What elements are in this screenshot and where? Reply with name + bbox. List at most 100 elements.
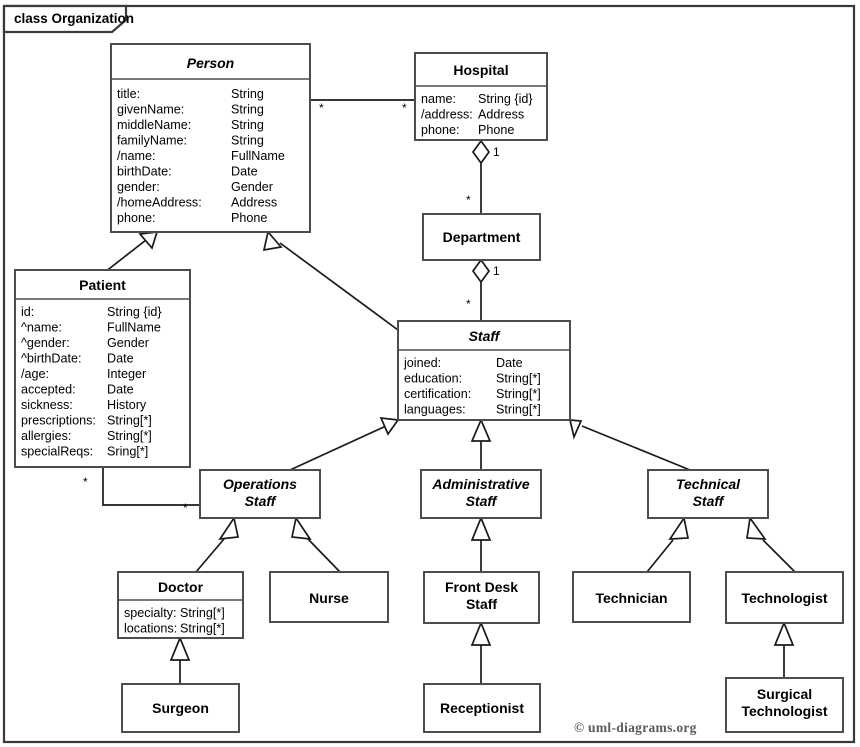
class-surgeon-name: Surgeon — [152, 700, 209, 716]
frame-label: class Organization — [14, 11, 134, 26]
patient-attr-9-type: Sring[*] — [107, 445, 148, 459]
class-hospital-name: Hospital — [453, 62, 508, 78]
arrowhead-surgeon-doctor — [169, 635, 191, 661]
diagram-canvas: class Organization * * 1 * 1 * * * Perso… — [2, 4, 856, 744]
staff-attr-0-type: Date — [496, 356, 523, 370]
class-surgeon[interactable]: Surgeon — [121, 683, 240, 733]
doctor-attr-0-name: specialty: — [124, 606, 177, 620]
class-technical-staff[interactable]: Technical Staff — [647, 469, 769, 519]
person-attr-4-name: /name: — [117, 149, 156, 163]
arrowhead-administrative-staff — [470, 417, 492, 442]
person-attr-7-type: Address — [231, 196, 277, 210]
class-nurse[interactable]: Nurse — [269, 571, 389, 623]
class-administrative-staff-name-line2: Staff — [466, 493, 498, 509]
patient-attr-0-type: String {id} — [107, 305, 162, 319]
arrowhead-frontdesk-administrative — [470, 515, 492, 541]
person-attr-5-type: Date — [231, 165, 258, 179]
person-attr-3-type: String — [231, 134, 264, 148]
class-front-desk-staff[interactable]: Front Desk Staff — [423, 571, 540, 624]
class-operations-staff[interactable]: Operations Staff — [199, 469, 321, 519]
arrowhead-patient-person — [138, 231, 159, 250]
class-receptionist[interactable]: Receptionist — [423, 683, 541, 733]
class-technical-staff-name-line1: Technical — [676, 476, 741, 492]
class-doctor[interactable]: Doctor specialty: String[*] locations: S… — [117, 571, 244, 639]
mult-patient-end: * — [83, 475, 88, 489]
arrowhead-operations-staff — [379, 416, 400, 436]
patient-attr-5-type: Date — [107, 383, 134, 397]
gen-staff-person — [279, 242, 399, 331]
staff-attr-2-type: String[*] — [496, 387, 541, 401]
doctor-attr-0-type: String[*] — [180, 606, 225, 620]
gen-nurse-operations — [307, 538, 341, 573]
person-attr-6-type: Gender — [231, 180, 273, 194]
class-administrative-staff[interactable]: Administrative Staff — [420, 469, 542, 519]
diamond-hospital-department — [471, 139, 491, 165]
hospital-attr-1-name: /address: — [421, 108, 473, 122]
uml-class-diagram: class Organization * * 1 * 1 * * * Perso… — [0, 0, 860, 747]
class-person[interactable]: Person title: String givenName: String m… — [110, 43, 311, 233]
person-attr-0-name: title: — [117, 87, 140, 101]
mult-department-staff-department: 1 — [493, 264, 500, 278]
arrowhead-doctor-operations — [218, 515, 240, 541]
gen-operations-staff — [289, 425, 387, 471]
mult-department-staff-staff: * — [466, 297, 471, 311]
person-attr-8-name: phone: — [117, 211, 156, 225]
class-surgical-technologist-name-line2: Technologist — [741, 703, 827, 719]
copyright-credit: © uml-diagrams.org — [574, 720, 697, 735]
arrowhead-staff-person — [262, 230, 283, 252]
patient-attr-7-type: String[*] — [107, 414, 152, 428]
mult-person-hospital-hospital: * — [402, 101, 407, 115]
class-receptionist-name: Receptionist — [440, 700, 524, 716]
staff-attr-1-name: education: — [404, 372, 462, 386]
hospital-attr-0-name: name: — [421, 92, 456, 106]
patient-attr-6-name: sickness: — [21, 398, 73, 412]
patient-attr-6-type: History — [107, 398, 147, 412]
patient-attr-3-name: ^birthDate: — [21, 352, 82, 366]
gen-doctor-operations — [195, 538, 225, 573]
class-hospital[interactable]: Hospital name: String {id} /address: Add… — [414, 52, 548, 141]
class-technician[interactable]: Technician — [572, 571, 691, 623]
patient-attr-7-name: prescriptions: — [21, 414, 96, 428]
class-technologist[interactable]: Technologist — [725, 571, 844, 624]
class-patient-name: Patient — [79, 277, 126, 293]
patient-attr-3-type: Date — [107, 352, 134, 366]
mult-hospital-end: 1 — [493, 145, 500, 159]
patient-attr-1-type: FullName — [107, 321, 161, 335]
doctor-attr-1-name: locations: — [124, 622, 177, 636]
class-department-name: Department — [443, 229, 521, 245]
class-staff[interactable]: Staff joined: Date education: String[*] … — [397, 320, 571, 421]
patient-attr-0-name: id: — [21, 305, 34, 319]
mult-person-hospital-person: * — [319, 101, 324, 115]
class-department[interactable]: Department — [422, 213, 541, 261]
person-attr-4-type: FullName — [231, 149, 285, 163]
class-doctor-name: Doctor — [158, 579, 204, 595]
person-attr-0-type: String — [231, 87, 264, 101]
patient-attr-8-type: String[*] — [107, 429, 152, 443]
hospital-attr-0-type: String {id} — [478, 92, 533, 106]
class-technician-name: Technician — [595, 590, 667, 606]
class-administrative-staff-name-line1: Administrative — [431, 476, 529, 492]
patient-attr-4-name: /age: — [21, 367, 49, 381]
person-attr-3-name: familyName: — [117, 134, 187, 148]
class-surgical-technologist[interactable]: Surgical Technologist — [725, 677, 844, 733]
diamond-department-staff — [471, 258, 491, 284]
patient-attr-9-name: specialReqs: — [21, 445, 93, 459]
patient-attr-5-name: accepted: — [21, 383, 76, 397]
hospital-attr-2-type: Phone — [478, 123, 514, 137]
class-operations-staff-name-line2: Staff — [245, 493, 277, 509]
class-patient[interactable]: Patient id: String {id} ^name: FullName … — [14, 269, 191, 468]
person-attr-2-type: String — [231, 118, 264, 132]
person-attr-1-type: String — [231, 103, 264, 117]
staff-attr-3-type: String[*] — [496, 403, 541, 417]
class-front-desk-staff-name-line2: Staff — [466, 596, 497, 612]
class-person-name: Person — [187, 55, 234, 71]
patient-attr-1-name: ^name: — [21, 321, 62, 335]
class-technologist-name: Technologist — [741, 590, 827, 606]
arrowhead-technical-staff — [568, 419, 583, 440]
patient-attr-4-type: Integer — [107, 367, 146, 381]
gen-technical-staff — [581, 425, 691, 471]
staff-attr-1-type: String[*] — [496, 372, 541, 386]
gen-technologist-technical — [762, 539, 796, 573]
arrowhead-technician-technical — [668, 515, 690, 540]
arrowhead-technologist-technical — [746, 515, 767, 540]
